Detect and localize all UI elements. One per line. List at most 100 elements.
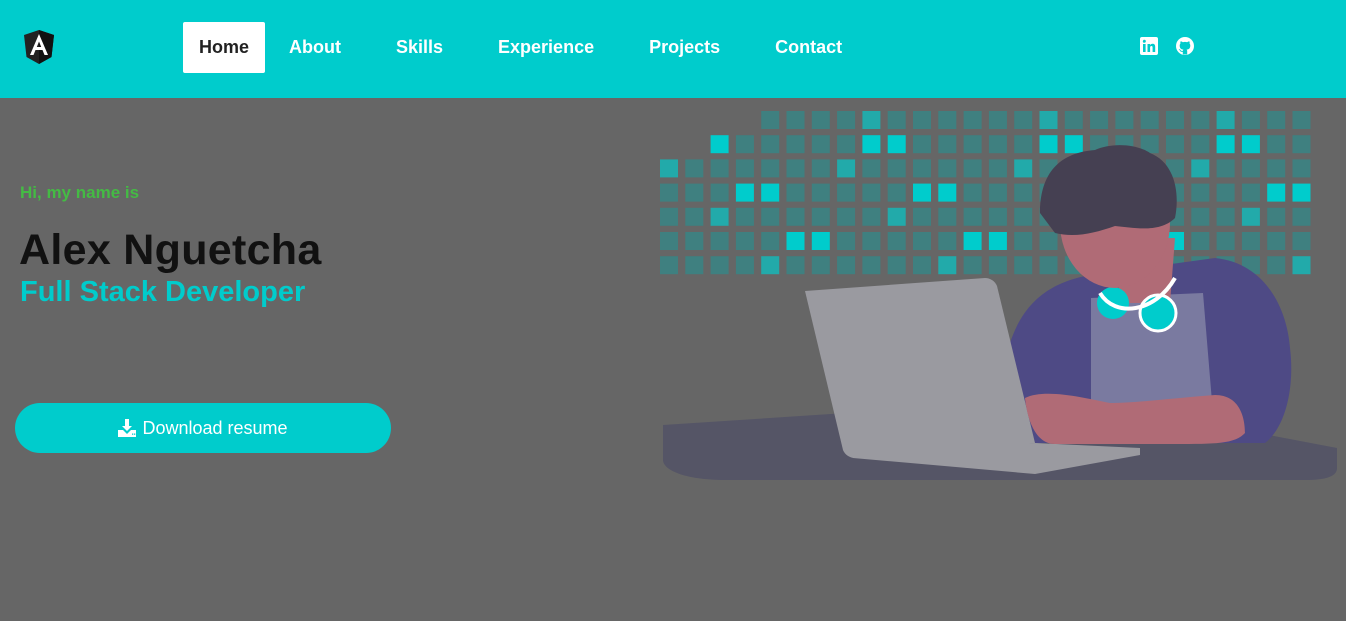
nav-link-about[interactable]: About: [289, 22, 341, 73]
grid-cell: [660, 159, 678, 178]
grid-cell: [1115, 111, 1134, 129]
grid-cell: [938, 183, 957, 202]
greeting-text: Hi, my name is: [20, 183, 140, 202]
grid-cell: [963, 183, 982, 202]
grid-cell: [1267, 183, 1286, 202]
grid-cell: [685, 159, 704, 178]
hero-section: Hi, my name is Alex Nguetcha Full Stack …: [0, 98, 1346, 621]
angular-logo-icon[interactable]: [24, 30, 54, 64]
github-icon[interactable]: [1176, 37, 1194, 55]
grid-cell: [887, 256, 906, 275]
grid-cell: [1292, 159, 1311, 178]
grid-cell: [1039, 232, 1058, 250]
grid-cell: [710, 232, 729, 250]
nav-link-home[interactable]: Home: [183, 22, 266, 73]
grid-cell: [963, 256, 982, 275]
grid-cell: [786, 135, 805, 154]
laptop-screen-shape: [805, 278, 1035, 458]
grid-cell: [710, 256, 729, 275]
grid-cell: [761, 183, 780, 202]
grid-cell: [735, 183, 754, 202]
grid-cell: [913, 207, 931, 226]
grid-cell: [1216, 111, 1235, 129]
grid-cell: [735, 159, 754, 178]
grid-cell: [887, 159, 906, 178]
download-resume-button[interactable]: Download resume: [15, 403, 391, 453]
grid-cell: [1292, 135, 1311, 154]
grid-cell: [1216, 232, 1235, 250]
grid-cell: [988, 183, 1007, 202]
grid-cell: [1014, 232, 1033, 250]
grid-cell: [1241, 183, 1260, 202]
grid-cell: [1241, 207, 1260, 226]
grid-cell: [837, 207, 856, 226]
grid-cell: [811, 135, 830, 154]
grid-pattern: [660, 111, 1311, 275]
grid-cell: [862, 135, 881, 154]
grid-cell: [862, 256, 881, 275]
grid-cell: [963, 159, 982, 178]
grid-cell: [786, 207, 805, 226]
navbar: Home About Skills Experience Projects Co…: [0, 0, 1346, 98]
grid-cell: [710, 183, 729, 202]
linkedin-icon[interactable]: [1140, 37, 1158, 55]
grid-cell: [837, 159, 856, 178]
grid-cell: [887, 183, 906, 202]
grid-cell: [685, 256, 704, 275]
grid-cell: [1166, 135, 1184, 154]
download-resume-label: Download resume: [142, 417, 288, 438]
social-links: [1140, 37, 1194, 55]
grid-cell: [913, 256, 931, 275]
grid-cell: [862, 232, 881, 250]
grid-cell: [837, 256, 856, 275]
grid-cell: [913, 159, 931, 178]
grid-cell: [761, 256, 780, 275]
grid-cell: [963, 207, 982, 226]
grid-cell: [786, 159, 805, 178]
grid-cell: [811, 207, 830, 226]
grid-cell: [862, 183, 881, 202]
grid-cell: [710, 207, 729, 226]
grid-cell: [1039, 135, 1058, 154]
grid-cell: [887, 232, 906, 250]
headphone-right-shape: [1138, 293, 1178, 333]
grid-cell: [786, 111, 805, 129]
grid-cell: [761, 135, 780, 154]
grid-cell: [1191, 135, 1210, 154]
grid-cell: [1267, 135, 1286, 154]
grid-cell: [1191, 207, 1210, 226]
grid-cell: [710, 135, 729, 154]
grid-cell: [660, 256, 678, 275]
grid-cell: [988, 232, 1007, 250]
nav-link-contact[interactable]: Contact: [775, 22, 842, 73]
grid-cell: [1014, 207, 1033, 226]
grid-cell: [786, 256, 805, 275]
grid-cell: [761, 207, 780, 226]
nav-link-skills[interactable]: Skills: [396, 22, 443, 73]
grid-cell: [761, 159, 780, 178]
grid-cell: [1014, 183, 1033, 202]
grid-cell: [837, 183, 856, 202]
grid-cell: [1216, 135, 1235, 154]
grid-cell: [811, 111, 830, 129]
grid-cell: [887, 135, 906, 154]
grid-cell: [735, 135, 754, 154]
grid-cell: [761, 232, 780, 250]
grid-cell: [938, 232, 957, 250]
grid-cell: [1267, 232, 1286, 250]
grid-cell: [811, 232, 830, 250]
grid-cell: [1241, 159, 1260, 178]
grid-cell: [1267, 159, 1286, 178]
grid-cell: [1166, 111, 1184, 129]
grid-cell: [963, 135, 982, 154]
grid-cell: [862, 111, 881, 129]
grid-cell: [710, 159, 729, 178]
grid-cell: [1014, 135, 1033, 154]
hair-shape: [1040, 145, 1177, 236]
grid-cell: [1241, 135, 1260, 154]
nav-link-projects[interactable]: Projects: [649, 22, 720, 73]
grid-cell: [862, 207, 881, 226]
grid-cell: [685, 232, 704, 250]
nav-link-experience[interactable]: Experience: [498, 22, 594, 73]
grid-cell: [862, 159, 881, 178]
